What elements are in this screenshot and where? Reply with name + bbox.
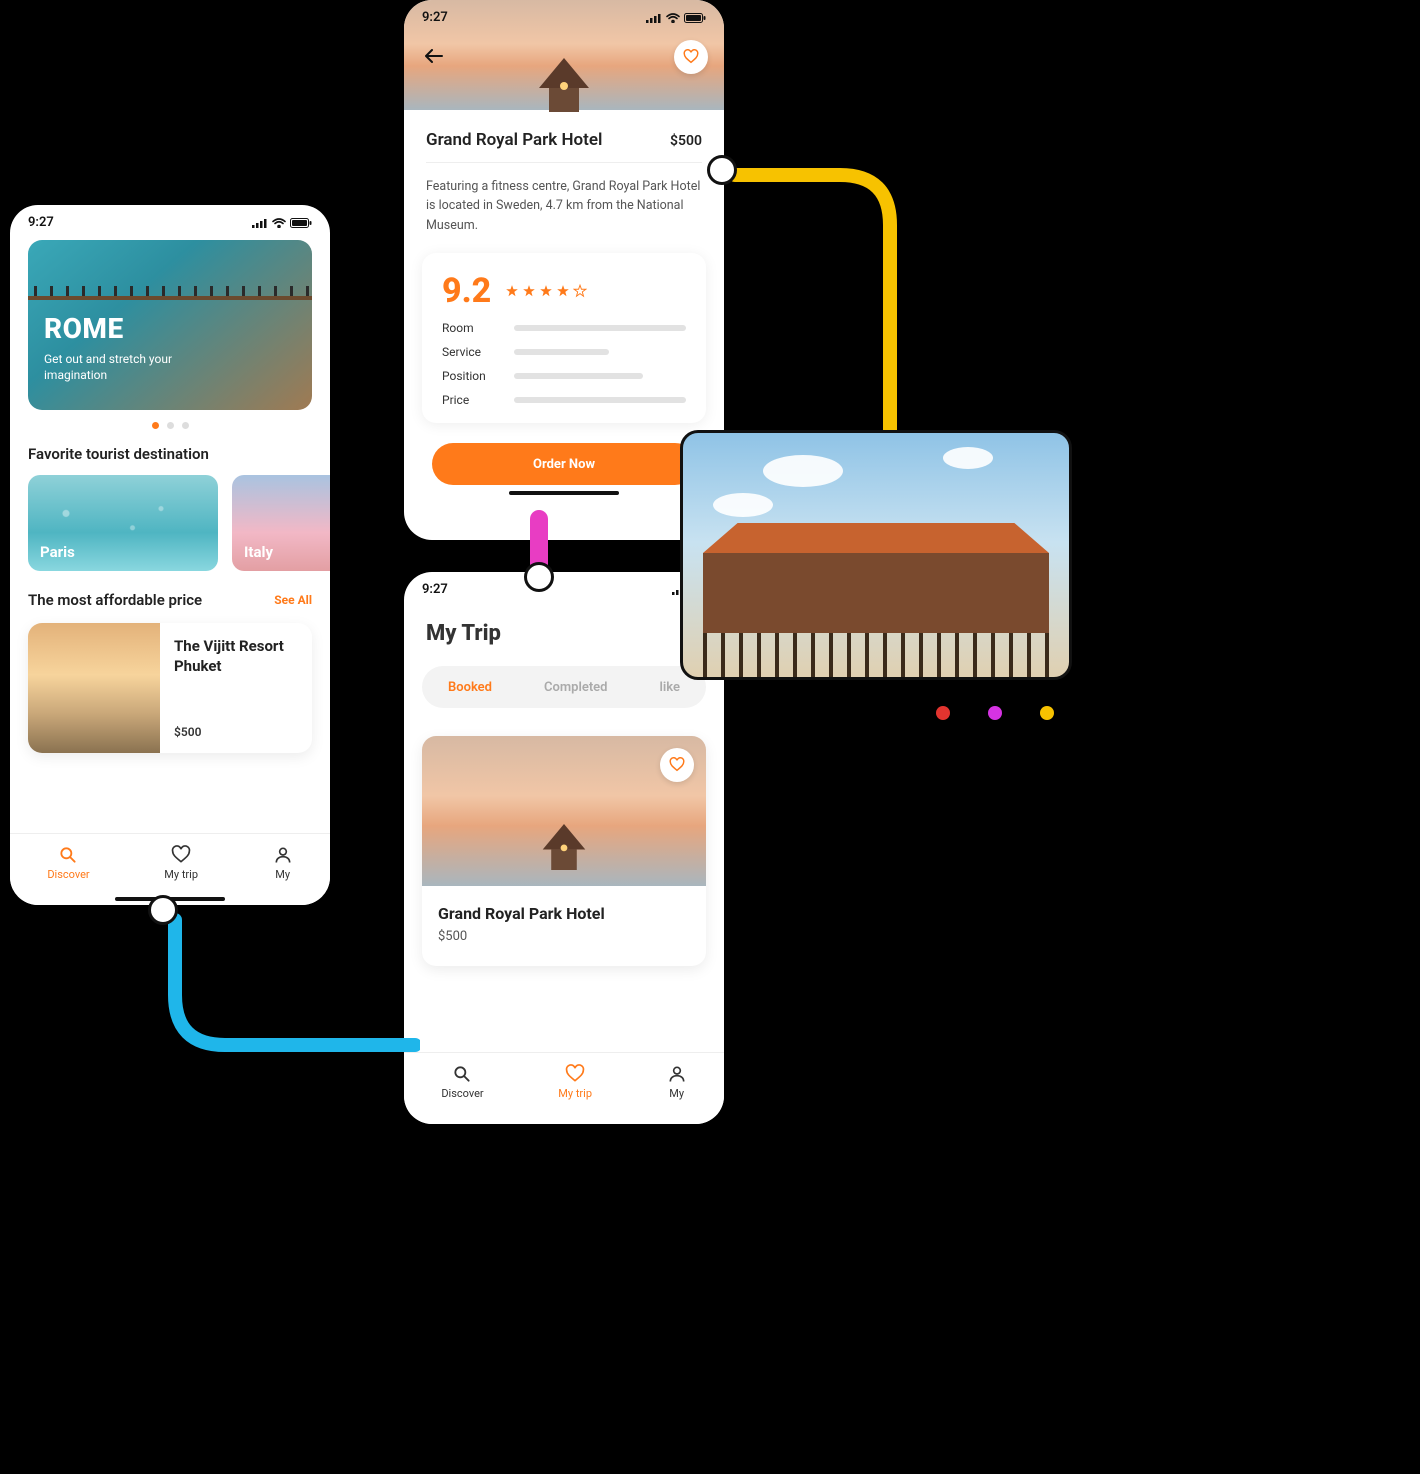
affordable-card-image	[28, 623, 160, 753]
card-building-icon	[534, 824, 594, 870]
status-bar: 9:27	[10, 205, 330, 234]
segment-control: Booked Completed like	[422, 666, 706, 708]
page-title: My Trip	[426, 621, 702, 646]
carousel-dots[interactable]	[10, 422, 330, 429]
tab-my[interactable]: My	[667, 1064, 687, 1100]
carousel-dot[interactable]	[182, 422, 189, 429]
decorative-photo-card	[680, 430, 1072, 680]
wifi-icon	[272, 218, 286, 228]
cellular-icon	[646, 13, 662, 23]
tab-discover[interactable]: Discover	[47, 845, 89, 881]
hero-building-icon	[529, 58, 599, 112]
wifi-icon	[666, 13, 680, 23]
destination-row[interactable]: Paris Italy	[10, 463, 330, 571]
tab-my[interactable]: My	[273, 845, 293, 881]
affordable-card-title: The Vijitt Resort Phuket	[174, 637, 298, 676]
heart-icon	[565, 1064, 585, 1084]
carousel-dot[interactable]	[167, 422, 174, 429]
hotel-price: $500	[670, 133, 702, 149]
status-time: 9:27	[422, 582, 448, 597]
star-icon	[522, 284, 536, 298]
rating-score: 9.2	[442, 271, 491, 311]
search-icon	[452, 1064, 472, 1084]
cta-label: Order Now	[533, 457, 595, 472]
status-time: 9:27	[422, 10, 448, 25]
heart-icon	[171, 845, 191, 865]
trip-card-title: Grand Royal Park Hotel	[438, 904, 690, 923]
criteria-bar	[514, 373, 643, 379]
detail-hero: 9:27	[404, 0, 724, 110]
back-button[interactable]	[420, 42, 448, 70]
user-icon	[273, 845, 293, 865]
tab-bar: Discover My trip My	[10, 833, 330, 905]
rating-stars	[505, 284, 587, 298]
tab-label: My trip	[558, 1087, 592, 1100]
trip-card-image	[422, 736, 706, 886]
hotel-title: Grand Royal Park Hotel	[426, 130, 602, 150]
segment-completed[interactable]: Completed	[544, 680, 608, 695]
star-icon	[505, 284, 519, 298]
star-icon	[539, 284, 553, 298]
battery-icon	[684, 13, 706, 23]
hotel-description: Featuring a fitness centre, Grand Royal …	[404, 177, 724, 235]
criteria-bar	[514, 349, 609, 355]
destination-label: Italy	[244, 543, 273, 561]
hero-card[interactable]: ROME Get out and stretch your imaginatio…	[28, 240, 312, 410]
hero-title: ROME	[44, 312, 296, 345]
tab-label: My trip	[164, 868, 198, 881]
star-icon	[556, 284, 570, 298]
decorative-dots	[936, 706, 1054, 720]
order-now-button[interactable]: Order Now	[432, 443, 696, 485]
tab-discover[interactable]: Discover	[441, 1064, 483, 1100]
trip-card[interactable]: Grand Royal Park Hotel $500	[422, 736, 706, 966]
criteria-label: Price	[442, 393, 498, 407]
favorite-button[interactable]	[660, 748, 694, 782]
criteria-label: Position	[442, 369, 498, 383]
criteria-row: Room	[442, 321, 686, 335]
affordable-card-price: $500	[174, 725, 298, 739]
criteria-row: Price	[442, 393, 686, 407]
hero-subtitle: Get out and stretch your imagination	[44, 351, 214, 383]
criteria-label: Room	[442, 321, 498, 335]
battery-icon	[290, 218, 312, 228]
see-all-link[interactable]: See All	[274, 593, 312, 607]
criteria-label: Service	[442, 345, 498, 359]
segment-booked[interactable]: Booked	[448, 680, 492, 695]
arrow-left-icon	[425, 49, 443, 63]
tab-label: Discover	[441, 1087, 483, 1100]
trip-card-price: $500	[438, 929, 690, 944]
criteria-row: Service	[442, 345, 686, 359]
search-icon	[58, 845, 78, 865]
tab-my-trip[interactable]: My trip	[558, 1064, 592, 1100]
destination-card-paris[interactable]: Paris	[28, 475, 218, 571]
favorite-section-title: Favorite tourist destination	[28, 445, 209, 463]
favorite-button[interactable]	[674, 40, 708, 74]
status-time: 9:27	[28, 215, 54, 230]
criteria-row: Position	[442, 369, 686, 383]
affordable-section-title: The most affordable price	[28, 591, 202, 609]
tab-label: Discover	[47, 868, 89, 881]
tab-bar: Discover My trip My	[404, 1052, 724, 1124]
segment-like[interactable]: like	[659, 680, 679, 695]
screen-hotel-detail: 9:27 Grand Royal Park Hotel $500 Featuri…	[404, 0, 724, 540]
criteria-bar	[514, 325, 686, 331]
screen-discover: 9:27 ROME Get out and stretch your imagi…	[10, 205, 330, 905]
tab-my-trip[interactable]: My trip	[164, 845, 198, 881]
destination-card-italy[interactable]: Italy	[232, 475, 330, 571]
screen-my-trip: 9:27 My Trip Booked Completed like Grand…	[404, 572, 724, 1124]
tab-label: My	[669, 1087, 684, 1100]
rating-card: 9.2 Room Service Position Price	[422, 253, 706, 423]
heart-icon	[669, 757, 685, 773]
carousel-dot[interactable]	[152, 422, 159, 429]
destination-label: Paris	[40, 543, 75, 561]
user-icon	[667, 1064, 687, 1084]
affordable-card[interactable]: The Vijitt Resort Phuket $500	[28, 623, 312, 753]
heart-icon	[683, 49, 699, 65]
status-icons	[252, 218, 312, 228]
star-outline-icon	[573, 284, 587, 298]
criteria-bar	[514, 397, 686, 403]
cellular-icon	[252, 218, 268, 228]
tab-label: My	[275, 868, 290, 881]
